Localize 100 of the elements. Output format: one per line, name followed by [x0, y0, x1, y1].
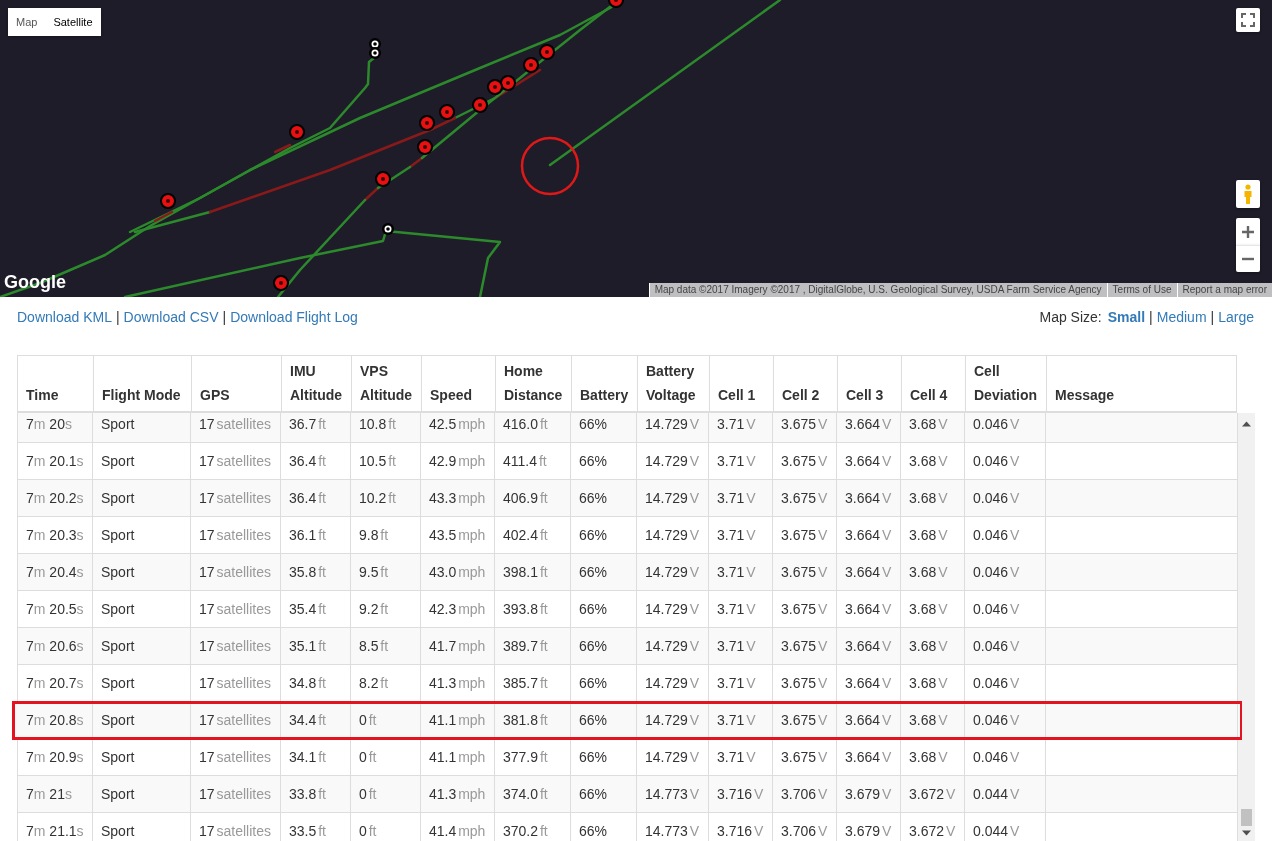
zoom-in-button[interactable]: [1236, 218, 1260, 245]
table-cell: 14.729 V: [637, 480, 709, 516]
table-cell: 3.679V: [837, 813, 901, 841]
table-cell: 17 satellites: [191, 739, 281, 775]
waypoint-marker[interactable]: [417, 139, 433, 155]
download-link[interactable]: Download Flight Log: [230, 307, 358, 327]
table-cell: 7m 20.8s: [18, 702, 93, 738]
table-cell: 3.71V: [709, 480, 773, 516]
table-cell: 36.4ft: [281, 443, 351, 479]
table-cell: 36.1ft: [281, 517, 351, 553]
column-header: Home Distance: [495, 356, 571, 411]
waypoint-marker[interactable]: [375, 171, 391, 187]
separator: |: [115, 308, 120, 327]
table-cell: 0ft: [351, 702, 421, 738]
table-cell: 3.71V: [709, 413, 773, 442]
table-cell: 411.4ft: [495, 443, 571, 479]
fullscreen-icon: [1241, 13, 1255, 27]
map-size-link[interactable]: Small: [1107, 307, 1146, 327]
table-cell: 43.0 mph: [421, 554, 495, 590]
table-cell: 381.8ft: [495, 702, 571, 738]
zoom-out-button[interactable]: [1236, 245, 1260, 272]
waypoint-marker[interactable]: [608, 0, 624, 8]
table-cell: 0ft: [351, 813, 421, 841]
satellite-map[interactable]: [0, 0, 1272, 297]
table-cell: Sport: [93, 813, 191, 841]
column-header: Cell 1: [709, 356, 773, 411]
waypoint-marker[interactable]: [160, 193, 176, 209]
table-cell: 393.8ft: [495, 591, 571, 627]
table-cell: 7m 20.3s: [18, 517, 93, 553]
scrollbar[interactable]: [1238, 413, 1255, 841]
waypoint-marker[interactable]: [273, 275, 289, 291]
table-cell: 14.729 V: [637, 628, 709, 664]
waypoint-marker[interactable]: [382, 223, 394, 235]
table-cell: 36.4ft: [281, 480, 351, 516]
table-cell: 3.71V: [709, 517, 773, 553]
waypoint-marker[interactable]: [439, 104, 455, 120]
waypoint-marker[interactable]: [289, 124, 305, 140]
terms-link[interactable]: Terms of Use: [1106, 283, 1177, 297]
table-cell: 3.675V: [773, 480, 837, 516]
table-cell: 389.7ft: [495, 628, 571, 664]
table-cell: 3.68V: [901, 413, 965, 442]
map-size-link[interactable]: Medium: [1156, 307, 1207, 327]
table-cell: 7m 20.4s: [18, 554, 93, 590]
scroll-up-icon[interactable]: [1242, 421, 1251, 427]
table-cell: 3.706V: [773, 776, 837, 812]
table-cell: 14.729 V: [637, 517, 709, 553]
table-cell: 17 satellites: [191, 554, 281, 590]
column-header: VPS Altitude: [351, 356, 421, 411]
table-cell: 17 satellites: [191, 776, 281, 812]
table-cell: 7m 20s: [18, 413, 93, 442]
table-cell: 14.773 V: [637, 813, 709, 841]
map-logo[interactable]: Google: [4, 272, 66, 293]
download-link[interactable]: Download KML: [17, 307, 112, 327]
table-cell: 14.729 V: [637, 413, 709, 442]
column-header: Battery: [571, 356, 637, 411]
scrollbar-thumb[interactable]: [1241, 809, 1252, 826]
map-size-link[interactable]: Large: [1218, 307, 1254, 327]
table-cell: Sport: [93, 591, 191, 627]
waypoint-marker[interactable]: [472, 97, 488, 113]
waypoint-marker[interactable]: [523, 57, 539, 73]
waypoint-marker[interactable]: [487, 79, 503, 95]
table-cell: 35.8ft: [281, 554, 351, 590]
table-cell: 0.046V: [965, 628, 1046, 664]
table-cell: 0.044V: [965, 776, 1046, 812]
table-cell: 66%: [571, 628, 637, 664]
fullscreen-button[interactable]: [1236, 8, 1260, 32]
table-cell: 0.046V: [965, 413, 1046, 442]
table-cell: 9.8ft: [351, 517, 421, 553]
table-cell: 3.68V: [901, 480, 965, 516]
download-link[interactable]: Download CSV: [123, 307, 219, 327]
table-cell: 17 satellites: [191, 702, 281, 738]
table-cell: 66%: [571, 443, 637, 479]
waypoint-marker[interactable]: [369, 47, 381, 59]
table-cell: 35.1ft: [281, 628, 351, 664]
column-header: Speed: [421, 356, 495, 411]
table-cell: Sport: [93, 702, 191, 738]
table-cell: 41.7 mph: [421, 628, 495, 664]
table-cell: 42.9 mph: [421, 443, 495, 479]
table-cell: 10.5ft: [351, 443, 421, 479]
table-cell: 66%: [571, 776, 637, 812]
waypoint-marker[interactable]: [539, 44, 555, 60]
table-cell: 3.675V: [773, 413, 837, 442]
report-link[interactable]: Report a map error: [1176, 283, 1272, 297]
scroll-down-icon[interactable]: [1242, 830, 1251, 836]
table-cell: 66%: [571, 517, 637, 553]
table-cell: 3.672V: [901, 776, 965, 812]
map-type-button[interactable]: Map: [8, 8, 46, 36]
table-cell: 66%: [571, 591, 637, 627]
separator: |: [1210, 308, 1215, 327]
table-cell: 66%: [571, 480, 637, 516]
table-cell: 370.2ft: [495, 813, 571, 841]
table-cell: Sport: [93, 776, 191, 812]
minus-icon: [1242, 257, 1254, 261]
column-header: Message: [1046, 356, 1238, 411]
table-cell: 3.675V: [773, 443, 837, 479]
table-cell: 14.729 V: [637, 591, 709, 627]
column-header: Cell 3: [837, 356, 901, 411]
table-cell: 7m 20.1s: [18, 443, 93, 479]
waypoint-marker[interactable]: [419, 115, 435, 131]
map-type-button[interactable]: Satellite: [45, 8, 101, 36]
